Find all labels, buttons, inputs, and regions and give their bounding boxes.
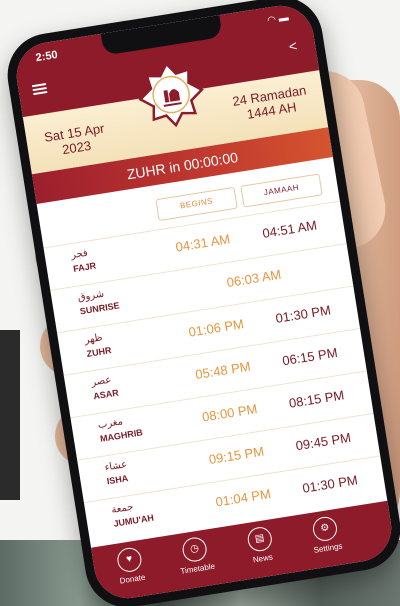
hamburger-menu-icon[interactable]: [31, 83, 48, 96]
prayer-name: ASAR: [92, 387, 120, 402]
prayer-name: SUNRISE: [79, 300, 121, 317]
begins-time: 04:31 AM: [174, 231, 232, 255]
photo-scene: 2:50 ◠ ▬ < Sat 15 Apr 2023 24 Ramadan 14…: [0, 0, 400, 606]
battery-icon: ▬: [277, 12, 290, 25]
prayer-name: ZUHR: [85, 345, 113, 359]
jamaah-column-header: JAMAAH: [240, 173, 323, 208]
prayer-timetable: BEGINS JAMAAH فجر FAJR 04:31 AM 04:51 AM…: [37, 159, 387, 545]
jamaah-time: 04:51 AM: [261, 217, 318, 241]
prayer-name: JUMU'AH: [112, 512, 155, 529]
status-icons: ◠ ▬: [266, 12, 289, 26]
prayer-name: ISHA: [106, 473, 129, 487]
share-icon[interactable]: <: [288, 37, 299, 54]
jamaah-time: 01:30 PM: [274, 302, 332, 326]
settings-icon: ⚙: [311, 515, 339, 543]
nav-label: News: [252, 552, 274, 565]
status-time: 2:50: [34, 48, 59, 65]
jamaah-time: 06:15 PM: [281, 344, 339, 369]
prayer-name-arabic: شروق: [76, 288, 105, 304]
nav-news[interactable]: ▤ News: [228, 523, 293, 568]
jamaah-time: 01:30 PM: [301, 472, 359, 496]
background-object: [0, 330, 20, 500]
jamaah-time: 09:45 PM: [294, 429, 352, 454]
nav-settings[interactable]: ⚙ Settings: [293, 512, 358, 557]
begins-time: 09:15 PM: [207, 443, 266, 468]
begins-column-header: BEGINS: [155, 186, 238, 222]
jamaah-time: 08:15 PM: [287, 387, 346, 411]
donate-icon: ♥: [115, 546, 144, 574]
begins-time: 08:00 PM: [200, 401, 259, 425]
begins-time: 01:04 PM: [214, 486, 272, 510]
prayer-name-arabic: عشاء: [103, 459, 128, 474]
begins-time: 05:48 PM: [194, 358, 252, 383]
nav-label: Settings: [313, 541, 344, 555]
begins-time: 01:06 PM: [187, 316, 245, 340]
news-icon: ▤: [246, 525, 274, 553]
prayer-name: FAJR: [72, 260, 97, 274]
prayer-name-arabic: عصر: [90, 374, 113, 389]
nav-donate[interactable]: ♥ Donate: [98, 543, 163, 588]
mosque-logo-icon: [138, 61, 204, 128]
timetable-icon: ◷: [180, 535, 209, 564]
prayer-name-arabic: فجر: [70, 247, 89, 262]
nav-timetable[interactable]: ◷ Timetable: [163, 533, 228, 578]
prayer-name-arabic: ظهر: [83, 332, 104, 347]
nav-label: Donate: [119, 572, 146, 586]
prayer-name-arabic: مغرب: [97, 416, 124, 432]
prayer-name-arabic: جمعة: [110, 501, 135, 516]
nav-label: Timetable: [179, 561, 216, 576]
wifi-icon: ◠: [266, 14, 277, 27]
